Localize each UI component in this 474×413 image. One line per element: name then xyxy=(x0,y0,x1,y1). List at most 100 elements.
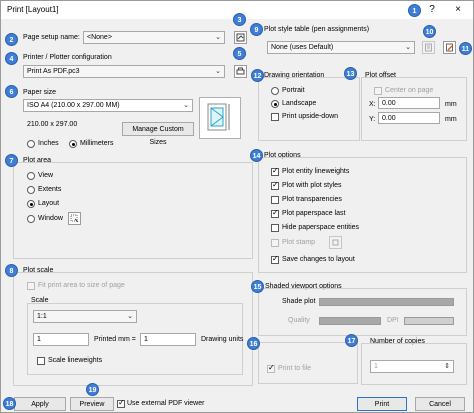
portrait-radio[interactable] xyxy=(271,87,279,95)
paper-preview-graphic xyxy=(207,103,230,131)
external-pdf-checkbox[interactable] xyxy=(117,398,125,408)
plot-transparencies-label: Plot transparencies xyxy=(282,196,342,203)
shaded-group xyxy=(258,288,467,336)
paper-value: ISO A4 (210.00 x 297.00 MM) xyxy=(27,102,120,109)
shade-plot-label: Shade plot xyxy=(282,298,316,305)
portrait-label: Portrait xyxy=(282,87,305,94)
upside-down-checkbox[interactable] xyxy=(271,113,279,121)
extents-radio[interactable] xyxy=(27,186,35,194)
style-table-edit-button[interactable] xyxy=(443,41,456,54)
offset-x-input[interactable]: 0.00 xyxy=(378,97,440,109)
millimeters-label: Millimeters xyxy=(80,140,114,147)
style-table-view-button[interactable] xyxy=(422,41,435,54)
callout-badge: 14 xyxy=(250,149,263,162)
window-title: Print [Layout1] xyxy=(7,5,59,14)
callout-badge: 9 xyxy=(250,23,263,36)
printer-select[interactable]: Print As PDF.pc3 ⌄ xyxy=(23,65,225,78)
edit-icon xyxy=(446,43,453,52)
layout-radio[interactable] xyxy=(27,200,35,208)
apply-button[interactable]: Apply xyxy=(14,397,66,411)
callout-badge: 5 xyxy=(233,47,246,60)
table-icon xyxy=(425,43,432,52)
quality-select[interactable] xyxy=(319,317,381,325)
plot-transparencies-checkbox[interactable] xyxy=(271,196,279,204)
landscape-radio[interactable] xyxy=(271,100,279,108)
plot-paperspace-last-checkbox[interactable] xyxy=(271,208,279,218)
view-label: View xyxy=(38,172,54,179)
print-to-file-checkbox[interactable] xyxy=(267,363,275,373)
offset-y-label: Y: xyxy=(369,116,376,123)
fit-to-page-label: Fit print area to size of page xyxy=(38,282,125,289)
cancel-button[interactable]: Cancel xyxy=(415,397,465,411)
callout-badge: 16 xyxy=(247,337,260,350)
copies-value: 1 xyxy=(374,363,378,370)
page-setup-select[interactable]: <None> ⌄ xyxy=(83,31,225,44)
drawing-units-label: Drawing units xyxy=(201,336,244,343)
layout-label: Layout xyxy=(38,200,60,207)
callout-badge: 11 xyxy=(459,42,472,55)
scale-value: 1:1 xyxy=(37,313,47,320)
shade-plot-select[interactable] xyxy=(319,298,454,306)
callout-badge: 7 xyxy=(5,154,18,167)
extents-label: Extents xyxy=(38,186,62,193)
printer-section-label: Printer / Plotter configuration xyxy=(23,54,112,61)
dpi-input[interactable] xyxy=(404,317,454,325)
close-button[interactable]: × xyxy=(449,3,467,17)
plot-with-styles-label: Plot with plot styles xyxy=(282,182,342,189)
callout-badge: 1 xyxy=(408,4,421,17)
offset-x-label: X: xyxy=(369,101,376,108)
preview-button[interactable]: Preview xyxy=(70,397,114,411)
window-pick-button[interactable] xyxy=(68,212,81,225)
scale-lineweights-checkbox[interactable] xyxy=(37,357,45,365)
printer-icon xyxy=(236,67,245,75)
chevron-down-icon: ⌄ xyxy=(405,44,411,51)
plot-stamp-label: Plot stamp xyxy=(282,239,316,246)
callout-badge: 6 xyxy=(5,85,18,98)
plot-paperspace-last-label: Plot paperspace last xyxy=(282,210,346,217)
printed-mm-input[interactable]: 1 xyxy=(33,333,89,346)
page-setup-import-button[interactable] xyxy=(234,31,247,44)
window-radio[interactable] xyxy=(27,215,35,223)
copies-input[interactable]: 1 ⇕ xyxy=(370,360,454,373)
window-label: Window xyxy=(38,215,63,222)
save-changes-checkbox[interactable] xyxy=(271,254,279,264)
scale-select[interactable]: 1:1 ⌄ xyxy=(33,310,137,323)
offset-y-unit: mm xyxy=(445,116,457,123)
save-changes-label: Save changes to layout xyxy=(282,256,355,263)
callout-badge: 3 xyxy=(233,13,246,26)
millimeters-radio[interactable] xyxy=(69,140,77,148)
style-table-select[interactable]: None (uses Default) ⌄ xyxy=(267,41,415,54)
fit-to-page-checkbox[interactable] xyxy=(27,282,35,290)
manage-custom-sizes-button[interactable]: Manage Custom Sizes xyxy=(122,122,194,146)
page-setup-value: <None> xyxy=(87,34,112,41)
printer-properties-button[interactable] xyxy=(234,65,247,78)
style-table-value: None (uses Default) xyxy=(271,44,334,51)
callout-badge: 8 xyxy=(5,264,18,277)
offset-y-input[interactable]: 0.00 xyxy=(378,112,440,124)
drawing-units-input[interactable]: 1 xyxy=(140,333,196,346)
inches-radio[interactable] xyxy=(27,140,35,148)
callout-badge: 4 xyxy=(5,52,18,65)
plot-stamp-checkbox[interactable] xyxy=(271,239,279,247)
center-on-page-checkbox[interactable] xyxy=(374,87,382,95)
view-radio[interactable] xyxy=(27,172,35,180)
paper-section-label: Paper size xyxy=(23,89,57,96)
external-pdf-label: Use external PDF viewer xyxy=(127,400,205,407)
plot-stamp-settings-button[interactable] xyxy=(329,236,342,249)
hide-paperspace-label: Hide paperspace entities xyxy=(282,224,360,231)
callout-badge: 13 xyxy=(344,67,357,80)
paper-select[interactable]: ISO A4 (210.00 x 297.00 MM) ⌄ xyxy=(23,99,193,112)
hide-paperspace-checkbox[interactable] xyxy=(271,224,279,232)
callout-badge: 19 xyxy=(86,383,99,396)
center-on-page-label: Center on page xyxy=(385,87,434,94)
import-icon xyxy=(236,33,245,42)
help-button[interactable]: ? xyxy=(423,3,441,17)
window-select-icon xyxy=(70,214,79,223)
plot-entity-lineweights-checkbox[interactable] xyxy=(271,166,279,176)
quality-label: Quality xyxy=(288,317,310,324)
printed-mm-label: Printed mm = xyxy=(94,336,136,343)
plot-with-styles-checkbox[interactable] xyxy=(271,180,279,190)
callout-badge: 12 xyxy=(251,69,264,82)
stamp-icon xyxy=(332,239,339,246)
print-button[interactable]: Print xyxy=(357,397,407,411)
